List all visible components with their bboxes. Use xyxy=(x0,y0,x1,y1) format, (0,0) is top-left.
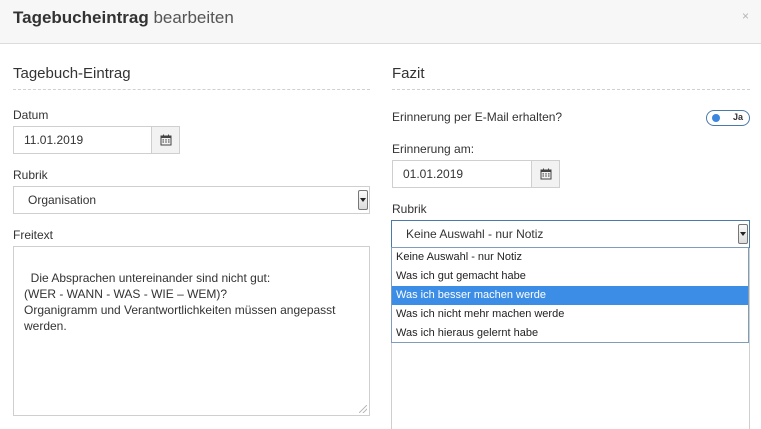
dropdown-option-highlighted[interactable]: Was ich besser machen werde xyxy=(392,286,748,305)
section-divider xyxy=(13,89,370,90)
fazit-rubrik-dropdown: Keine Auswahl - nur Notiz Was ich gut ge… xyxy=(391,247,749,343)
rubrik-select-value: Organisation xyxy=(28,193,97,207)
chevron-down-icon[interactable] xyxy=(358,190,368,210)
calendar-button[interactable] xyxy=(151,126,180,154)
section-divider xyxy=(392,89,750,90)
dropdown-option[interactable]: Keine Auswahl - nur Notiz xyxy=(392,248,748,267)
reminder-calendar-button[interactable] xyxy=(531,160,560,188)
calendar-icon xyxy=(540,168,551,180)
chevron-down-icon[interactable] xyxy=(738,224,748,244)
calendar-icon xyxy=(160,134,171,146)
date-input[interactable]: 11.01.2019 xyxy=(13,126,152,154)
fazit-rubrik-select-value: Keine Auswahl - nur Notiz xyxy=(406,227,544,241)
modal-title-bold: Tagebucheintrag xyxy=(13,8,149,27)
section-title-tagebuch: Tagebuch-Eintrag xyxy=(13,65,131,82)
freitext-label: Freitext xyxy=(13,228,54,242)
reminder-date-label: Erinnerung am: xyxy=(392,142,475,156)
fazit-rubrik-label: Rubrik xyxy=(392,202,427,216)
toggle-knob xyxy=(712,114,720,122)
freitext-textarea[interactable]: Die Absprachen untereinander sind nicht … xyxy=(13,246,370,416)
modal-title: Tagebucheintrag bearbeiten xyxy=(13,8,234,28)
section-title-fazit: Fazit xyxy=(392,65,425,82)
reminder-toggle[interactable]: Ja xyxy=(706,110,750,126)
dropdown-option[interactable]: Was ich nicht mehr machen werde xyxy=(392,305,748,324)
close-icon[interactable]: × xyxy=(742,9,749,23)
rubrik-label: Rubrik xyxy=(13,168,48,182)
rubrik-select[interactable]: Organisation xyxy=(13,186,370,214)
dropdown-option[interactable]: Was ich gut gemacht habe xyxy=(392,267,748,286)
freitext-value: Die Absprachen untereinander sind nicht … xyxy=(24,271,336,333)
dropdown-option[interactable]: Was ich hieraus gelernt habe xyxy=(392,324,748,343)
reminder-label: Erinnerung per E-Mail erhalten? xyxy=(392,110,563,124)
toggle-label: Ja xyxy=(733,112,744,122)
modal-header: Tagebucheintrag bearbeiten × xyxy=(0,0,761,44)
resize-handle-icon[interactable] xyxy=(359,405,367,413)
fazit-rubrik-select[interactable]: Keine Auswahl - nur Notiz xyxy=(391,220,750,248)
date-label: Datum xyxy=(13,108,49,122)
reminder-date-input[interactable]: 01.01.2019 xyxy=(392,160,532,188)
modal-title-light: bearbeiten xyxy=(153,8,234,27)
